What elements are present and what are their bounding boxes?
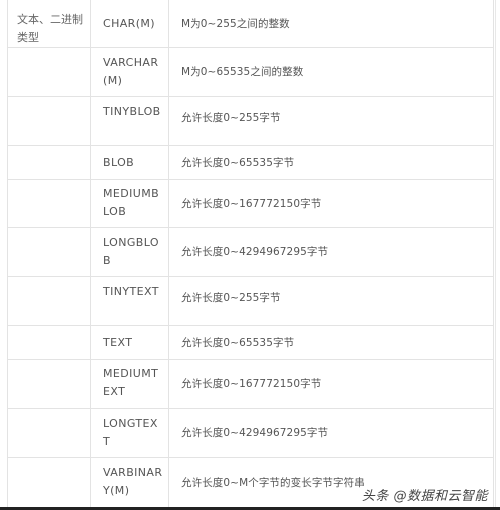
- type-cell: LONGBLOB: [91, 228, 169, 276]
- outer-border: [495, 0, 496, 507]
- description-cell: 允许长度0~65535字节: [181, 336, 295, 349]
- description-cell: M为0~65535之间的整数: [181, 66, 304, 78]
- table-row: 文本、二进制类型 CHAR(M) M为0~255之间的整数: [8, 0, 493, 48]
- table-row: LONGTEXT 允许长度0~4294967295字节: [8, 409, 493, 458]
- type-cell: CHAR(M): [91, 0, 169, 47]
- category-cell: [8, 97, 91, 145]
- type-cell: LONGTEXT: [91, 409, 169, 457]
- description-cell: M为0~255之间的整数: [181, 17, 290, 30]
- category-cell: [8, 409, 91, 457]
- description-cell: 允许长度0~167772150字节: [181, 378, 322, 390]
- type-cell: BLOB: [91, 146, 169, 179]
- table-row: MEDIUMBLOB 允许长度0~167772150字节: [8, 180, 493, 228]
- description-cell: 允许长度0~255字节: [181, 112, 281, 124]
- description-cell: 允许长度0~4294967295字节: [181, 427, 329, 439]
- table-row: LONGBLOB 允许长度0~4294967295字节: [8, 228, 493, 277]
- table-row: BLOB 允许长度0~65535字节: [8, 146, 493, 180]
- type-cell: MEDIUMTEXT: [91, 360, 169, 408]
- type-cell: TEXT: [91, 326, 169, 359]
- category-cell: [8, 360, 91, 408]
- category-cell: [8, 48, 91, 96]
- type-cell: VARBINARY(M): [91, 458, 169, 507]
- table-row: VARCHAR(M) M为0~65535之间的整数: [8, 48, 493, 97]
- table-row: TINYTEXT 允许长度0~255字节: [8, 277, 493, 326]
- type-cell: TINYTEXT: [91, 277, 169, 325]
- category-cell: [8, 180, 91, 227]
- category-cell: [8, 277, 91, 325]
- category-cell: [8, 228, 91, 276]
- category-cell: [8, 326, 91, 359]
- category-cell: 文本、二进制类型: [8, 0, 91, 47]
- type-cell: MEDIUMBLOB: [91, 180, 169, 227]
- table-row: TINYBLOB 允许长度0~255字节: [8, 97, 493, 146]
- table-row: TEXT 允许长度0~65535字节: [8, 326, 493, 360]
- table-row: MEDIUMTEXT 允许长度0~167772150字节: [8, 360, 493, 409]
- category-cell: [8, 146, 91, 179]
- type-cell: TINYBLOB: [91, 97, 169, 145]
- description-cell: 允许长度0~65535字节: [181, 156, 295, 169]
- watermark: 头条 @数据和云智能: [361, 489, 488, 504]
- description-cell: 允许长度0~255字节: [181, 292, 281, 304]
- description-cell: 允许长度0~4294967295字节: [181, 246, 329, 258]
- category-cell: [8, 458, 91, 507]
- type-cell: VARCHAR(M): [91, 48, 169, 96]
- data-type-table: 文本、二进制类型 CHAR(M) M为0~255之间的整数 VARCHAR(M)…: [7, 0, 494, 507]
- description-cell: 允许长度0~167772150字节: [181, 197, 322, 210]
